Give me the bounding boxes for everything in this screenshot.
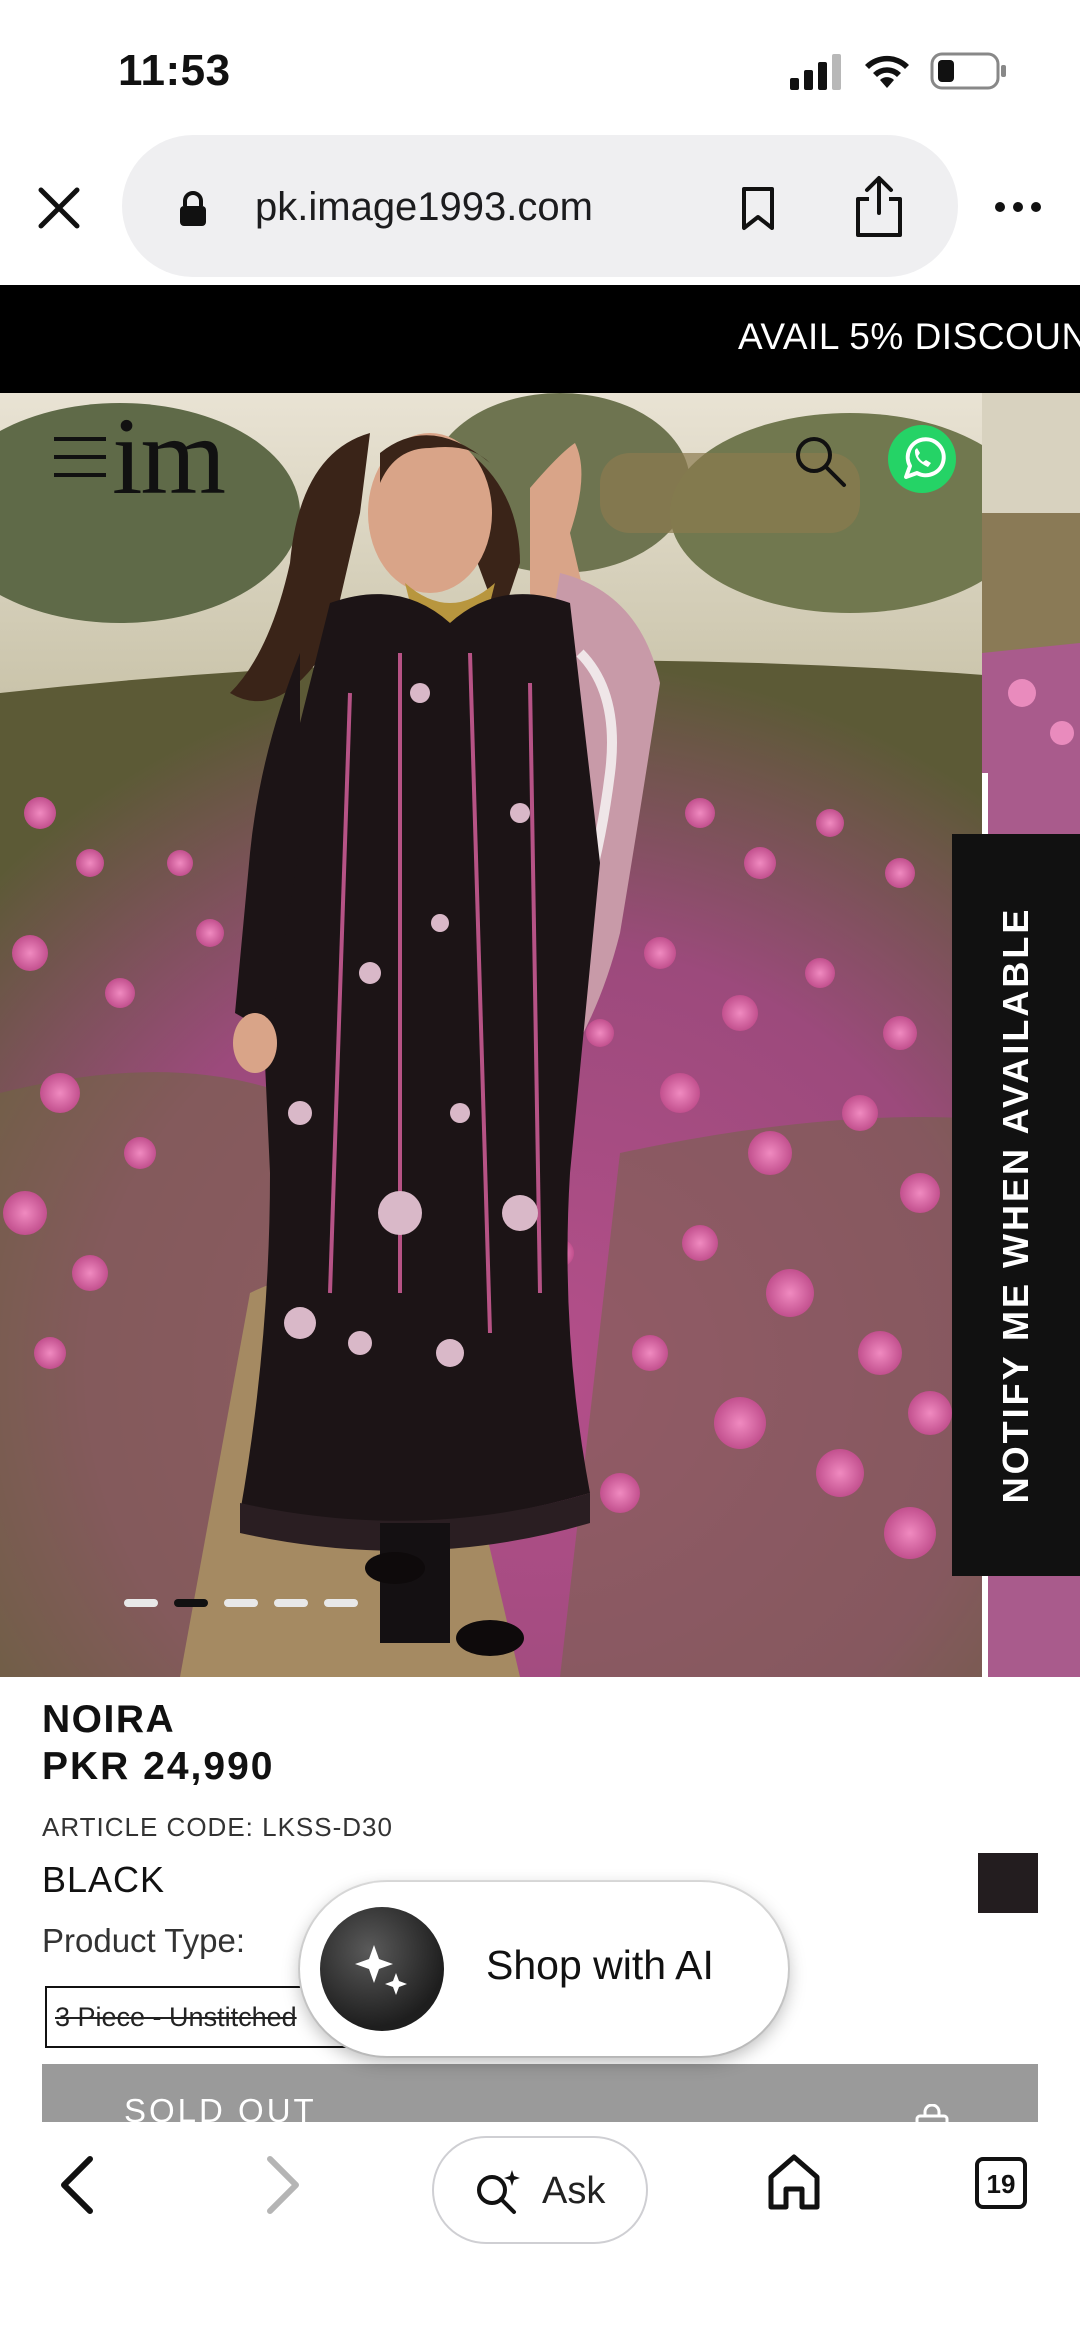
search-icon[interactable]: [792, 433, 848, 489]
bag-icon: [915, 2104, 949, 2122]
hero-image[interactable]: im: [0, 393, 1080, 1677]
product-type-value: 3 Piece - Unstitched: [55, 2002, 297, 2032]
hero-photo: [0, 393, 1080, 1677]
product-name: NOIRA: [42, 1698, 176, 1741]
menu-icon[interactable]: [52, 433, 108, 481]
carousel-dot-active[interactable]: [174, 1599, 208, 1607]
share-icon[interactable]: [852, 175, 906, 239]
announcement-text: AVAIL 5% DISCOUNT: [738, 316, 1080, 357]
wifi-icon: [865, 55, 909, 88]
bookmark-icon[interactable]: [740, 186, 776, 232]
whatsapp-icon[interactable]: [886, 423, 958, 495]
color-swatch[interactable]: [978, 1853, 1038, 1913]
carousel-dot[interactable]: [324, 1599, 358, 1607]
product-type-label: Product Type:: [42, 1922, 246, 1959]
carousel-dots: [124, 1599, 360, 1611]
sold-out-label: SOLD OUT: [124, 2092, 317, 2122]
forward-icon[interactable]: [264, 2155, 304, 2215]
sparkle-icon: [355, 1945, 407, 1995]
color-name: BLACK: [42, 1859, 166, 1900]
status-time: 11:53: [118, 46, 231, 95]
ai-search-icon: [477, 2170, 520, 2214]
announcement-bar: AVAIL 5% DISCOUNT: [0, 285, 1080, 393]
shop-with-ai-label: Shop with AI: [486, 1942, 714, 1988]
carousel-dot[interactable]: [124, 1599, 158, 1607]
home-icon[interactable]: [766, 2153, 822, 2211]
ask-button[interactable]: Ask: [432, 2136, 648, 2244]
article-code: ARTICLE CODE: LKSS-D30: [42, 1812, 393, 1842]
carousel-dot[interactable]: [224, 1599, 258, 1607]
carousel-dot[interactable]: [274, 1599, 308, 1607]
shop-with-ai-button[interactable]: Shop with AI: [300, 1882, 788, 2056]
url-text[interactable]: pk.image1993.com: [255, 185, 593, 230]
ask-label: Ask: [542, 2170, 606, 2212]
battery-icon: [930, 52, 1006, 90]
more-options-icon[interactable]: [993, 200, 1043, 214]
notify-me-tab[interactable]: NOTIFY ME WHEN AVAILABLE: [952, 834, 1080, 1576]
status-bar: 11:53: [0, 0, 1080, 135]
sparkle-icon-circle: [320, 1907, 444, 2031]
signal-icon: [790, 52, 842, 90]
lock-icon: [180, 191, 206, 226]
brand-logo[interactable]: im: [112, 393, 226, 520]
back-icon[interactable]: [56, 2155, 96, 2215]
notify-me-label: NOTIFY ME WHEN AVAILABLE: [995, 906, 1036, 1504]
product-price: PKR 24,990: [42, 1745, 275, 1788]
sold-out-button[interactable]: SOLD OUT: [42, 2064, 1038, 2122]
close-tab-icon[interactable]: [36, 185, 82, 231]
tabs-count: 19: [986, 2169, 1016, 2199]
tabs-button[interactable]: 19: [975, 2157, 1027, 2209]
